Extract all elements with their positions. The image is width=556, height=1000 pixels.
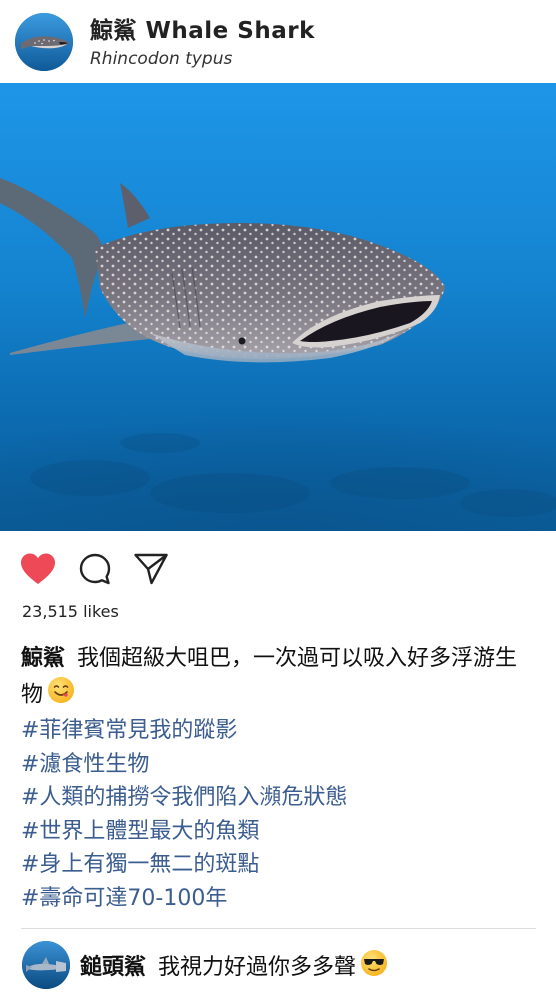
hashtag-link[interactable]: #人類的捕撈令我們陷入瀕危狀態 xyxy=(21,781,536,815)
comment-item: 鎚頭鯊 我視力好過你多多聲 xyxy=(0,935,556,995)
hashtag-link[interactable]: #世界上體型最大的魚類 xyxy=(21,815,536,849)
post-caption: 鯨鯊 我個超級大咀巴，一次過可以吸入好多浮游生物 xyxy=(21,642,536,715)
account-avatar[interactable] xyxy=(15,13,73,71)
comment-icon xyxy=(79,553,111,585)
yum-face-emoji-icon xyxy=(47,676,75,715)
hammerhead-shark-avatar-icon xyxy=(22,941,70,989)
comment-author[interactable]: 鎚頭鯊 xyxy=(80,955,146,980)
likes-count[interactable]: 23,515 likes xyxy=(22,601,119,623)
hashtag-list: #菲律賓常見我的蹤影 #濾食性生物 #人類的捕撈令我們陷入瀕危狀態 #世界上體型… xyxy=(21,714,536,915)
post-header: 鯨鯊 Whale Shark Rhincodon typus xyxy=(0,0,556,83)
account-name-block: 鯨鯊 Whale Shark Rhincodon typus xyxy=(90,16,315,71)
sunglasses-face-emoji-icon xyxy=(360,949,388,987)
whale-shark-avatar-icon xyxy=(15,13,73,71)
hashtag-link[interactable]: #濾食性生物 xyxy=(21,748,536,782)
share-button[interactable] xyxy=(132,550,170,588)
comment-text-line: 鎚頭鯊 我視力好過你多多聲 xyxy=(80,949,388,987)
send-icon xyxy=(134,553,168,585)
commenter-avatar[interactable] xyxy=(22,941,70,989)
caption-text: 我個超級大咀巴，一次過可以吸入好多浮游生物 xyxy=(21,646,518,708)
comment-divider xyxy=(21,928,536,929)
post-photo[interactable] xyxy=(0,83,556,531)
hashtag-link[interactable]: #壽命可達70-100年 xyxy=(21,882,536,916)
hashtag-link[interactable]: #菲律賓常見我的蹤影 xyxy=(21,714,536,748)
post-actions xyxy=(0,540,556,595)
comment-body: 我視力好過你多多聲 xyxy=(158,955,357,980)
like-button[interactable] xyxy=(19,550,57,588)
post-card: 鯨鯊 Whale Shark Rhincodon typus 23,515 li… xyxy=(0,0,556,1000)
whale-shark-photo-icon xyxy=(0,83,556,531)
hashtag-link[interactable]: #身上有獨一無二的斑點 xyxy=(21,848,536,882)
heart-icon xyxy=(21,553,55,584)
account-name[interactable]: 鯨鯊 Whale Shark xyxy=(90,16,315,46)
account-subtitle: Rhincodon typus xyxy=(90,49,233,69)
comment-button[interactable] xyxy=(76,550,114,588)
caption-author[interactable]: 鯨鯊 xyxy=(21,646,65,671)
